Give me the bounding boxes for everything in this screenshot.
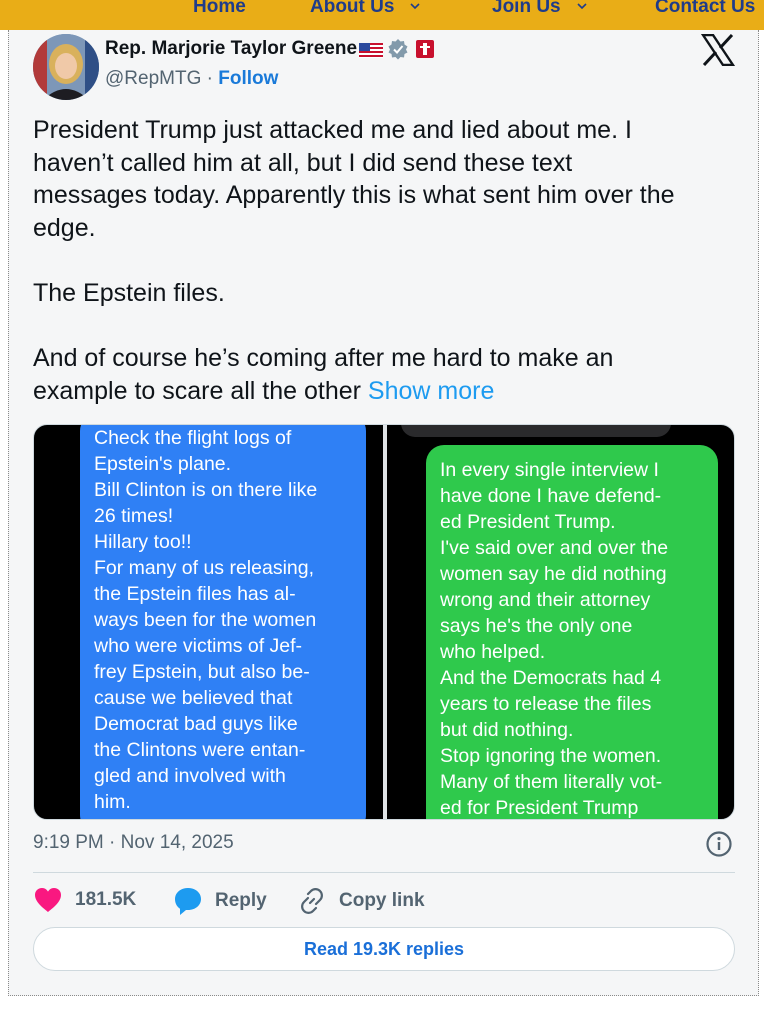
nav-home-label: Home: [193, 0, 246, 17]
tweet-line: edge.: [33, 213, 96, 242]
author-name-text: Rep. Marjorie Taylor Greene: [105, 38, 358, 59]
site-navbar: Home About Us Join Us Contact Us: [0, 0, 764, 30]
author-handle[interactable]: @RepMTG: [105, 68, 201, 89]
us-flag-icon: [359, 42, 384, 58]
tweet-card: Rep. Marjorie Taylor Greene @RepMTG · Fo…: [8, 30, 759, 996]
tweet-line: President Trump just attacked me and lie…: [33, 116, 632, 144]
copy-link-button[interactable]: Copy link: [297, 886, 425, 916]
nav-about-us[interactable]: About Us: [310, 0, 422, 18]
tweet-line-last: example to scare all the other Show more: [33, 375, 733, 408]
link-icon: [301, 888, 323, 914]
tweet-body: President Trump just attacked me and lie…: [33, 114, 733, 407]
author-handle-row: @RepMTG · Follow: [105, 68, 278, 90]
nav-join-us[interactable]: Join Us: [492, 0, 589, 18]
tweet-line: And of course he’s coming after me hard …: [33, 344, 614, 373]
tweet-media[interactable]: Check the flight logs of Epstein's plane…: [33, 424, 735, 820]
reply-label: Reply: [215, 890, 267, 911]
author-name[interactable]: Rep. Marjorie Taylor Greene: [105, 38, 435, 60]
follow-link[interactable]: Follow: [218, 68, 278, 89]
like-button[interactable]: 181.5K: [33, 886, 136, 914]
tweet-line: The Epstein files.: [33, 278, 225, 307]
show-more-link[interactable]: Show more: [368, 377, 494, 405]
reply-bubble-icon: [175, 888, 201, 915]
heart-icon: [35, 888, 61, 912]
like-count: 181.5K: [75, 889, 137, 910]
nav-contact-label: Contact Us: [655, 0, 756, 17]
nav-home[interactable]: Home: [193, 0, 246, 18]
read-replies-label: Read 19.3K replies: [303, 938, 465, 959]
divider: [33, 872, 735, 873]
tweet-line: haven’t called him at all, but I did sen…: [33, 148, 573, 177]
handle-separator: ·: [201, 68, 219, 89]
nav-contact-us[interactable]: Contact Us: [655, 0, 755, 18]
chevron-down-icon: [575, 0, 589, 11]
tweet-timestamp[interactable]: 9:19 PM · Nov 14, 2025: [33, 832, 234, 854]
nav-join-label: Join Us: [492, 0, 561, 17]
nav-about-label: About Us: [310, 0, 395, 17]
congress-badge-icon: [415, 39, 435, 59]
reply-button[interactable]: Reply: [173, 886, 267, 916]
x-logo-icon[interactable]: [700, 33, 736, 67]
media-divider: [383, 425, 387, 819]
verified-badge-icon: [387, 38, 409, 60]
info-icon[interactable]: [705, 830, 733, 858]
tweet-line: messages today. Apparently this is what …: [33, 181, 675, 210]
avatar[interactable]: [33, 34, 99, 100]
right-bubble-text: In every single interview I have done I …: [440, 459, 669, 819]
read-replies-button[interactable]: Read 19.3K replies: [33, 927, 735, 971]
dark-bubble-fragment: [401, 425, 671, 437]
tweet-line-text: example to scare all the other: [33, 376, 368, 405]
left-bubble-text: Check the flight logs of Epstein's plane…: [94, 427, 318, 819]
copy-link-label: Copy link: [339, 890, 425, 911]
chevron-down-icon: [408, 0, 422, 11]
